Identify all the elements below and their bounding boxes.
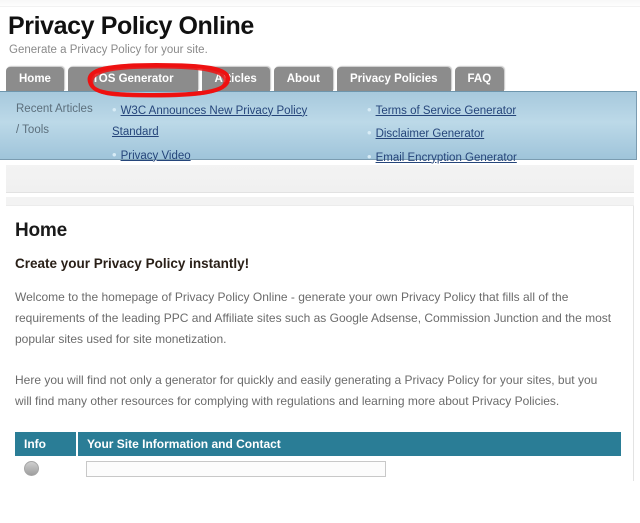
table-cell-input bbox=[77, 456, 622, 481]
site-tagline: Generate a Privacy Policy for your site. bbox=[9, 44, 208, 56]
content-top-spacer bbox=[6, 196, 634, 206]
site-header: Privacy Policy Online Generate a Privacy… bbox=[0, 7, 640, 57]
table-cell-info-icon bbox=[15, 456, 77, 481]
table-header-info: Info bbox=[15, 431, 78, 456]
sub-nav-item-w3c: • W3C Announces New Privacy Policy bbox=[112, 99, 367, 123]
sub-nav-item-privacy-video: • Privacy Video bbox=[112, 144, 367, 168]
bullet-icon: • bbox=[367, 125, 372, 141]
sub-nav-item-w3c-cont: Standard bbox=[112, 122, 367, 144]
table-header-row: Info Your Site Information and Contact bbox=[15, 431, 623, 456]
bullet-icon: • bbox=[112, 146, 117, 162]
nav-tab-faq[interactable]: FAQ bbox=[454, 66, 505, 91]
sub-nav-label: Recent Articles / Tools bbox=[0, 99, 112, 159]
sub-nav-link-w3c-continuation[interactable]: Standard bbox=[112, 126, 159, 138]
site-name-input[interactable] bbox=[86, 461, 386, 478]
content-subtitle: Create your Privacy Policy instantly! bbox=[15, 255, 250, 271]
table-row bbox=[15, 456, 622, 481]
sub-nav-item-disclaimer-generator: • Disclaimer Generator bbox=[367, 122, 627, 146]
sub-nav-item-email-encryption-generator: • Email Encryption Generator bbox=[367, 146, 627, 170]
nav-tab-tos-generator[interactable]: TOS Generator bbox=[67, 66, 198, 91]
site-information-table: Info Your Site Information and Contact bbox=[15, 431, 623, 481]
info-circle-icon[interactable] bbox=[24, 460, 39, 476]
sub-navigation-bar: Recent Articles / Tools • W3C Announces N… bbox=[0, 90, 637, 164]
page-title: Home bbox=[15, 219, 67, 241]
table-header-site-information: Your Site Information and Contact bbox=[77, 431, 623, 456]
main-navigation: Home TOS Generator Articles About Privac… bbox=[0, 66, 640, 91]
sub-nav-link-disclaimer-generator[interactable]: Disclaimer Generator bbox=[376, 128, 485, 140]
intro-paragraph-2: Here you will find not only a generator … bbox=[15, 372, 598, 408]
site-title: Privacy Policy Online bbox=[8, 12, 254, 40]
sub-nav-column-recent-articles: • W3C Announces New Privacy Policy Standa… bbox=[112, 99, 367, 162]
nav-tab-articles[interactable]: Articles bbox=[201, 66, 270, 91]
intro-paragraph-1: Welcome to the homepage of Privacy Polic… bbox=[15, 289, 612, 346]
sub-nav-column-tools: • Terms of Service Generator • Disclaimer … bbox=[367, 99, 627, 164]
nav-tab-about[interactable]: About bbox=[273, 66, 333, 91]
sub-nav-link-terms-of-service-generator[interactable]: Terms of Service Generator bbox=[376, 105, 517, 117]
sub-nav-label-line2: / Tools bbox=[16, 123, 50, 136]
bullet-icon: • bbox=[112, 101, 117, 117]
sub-nav-link-privacy-video[interactable]: Privacy Video bbox=[121, 150, 191, 162]
sub-nav-item-tos-generator: • Terms of Service Generator bbox=[367, 99, 627, 123]
nav-tab-home[interactable]: Home bbox=[6, 66, 64, 91]
main-content: Home Create your Privacy Policy instantl… bbox=[6, 205, 634, 481]
sub-nav-label-line1: Recent Articles bbox=[16, 102, 93, 115]
sub-nav-link-w3c-announces[interactable]: W3C Announces New Privacy Policy bbox=[121, 105, 308, 117]
bullet-icon: • bbox=[367, 101, 372, 117]
page-top-strip bbox=[0, 0, 640, 7]
nav-tab-privacy-policies[interactable]: Privacy Policies bbox=[336, 66, 451, 91]
sub-nav-link-email-encryption-generator[interactable]: Email Encryption Generator bbox=[376, 152, 517, 164]
bullet-icon: • bbox=[367, 148, 372, 164]
